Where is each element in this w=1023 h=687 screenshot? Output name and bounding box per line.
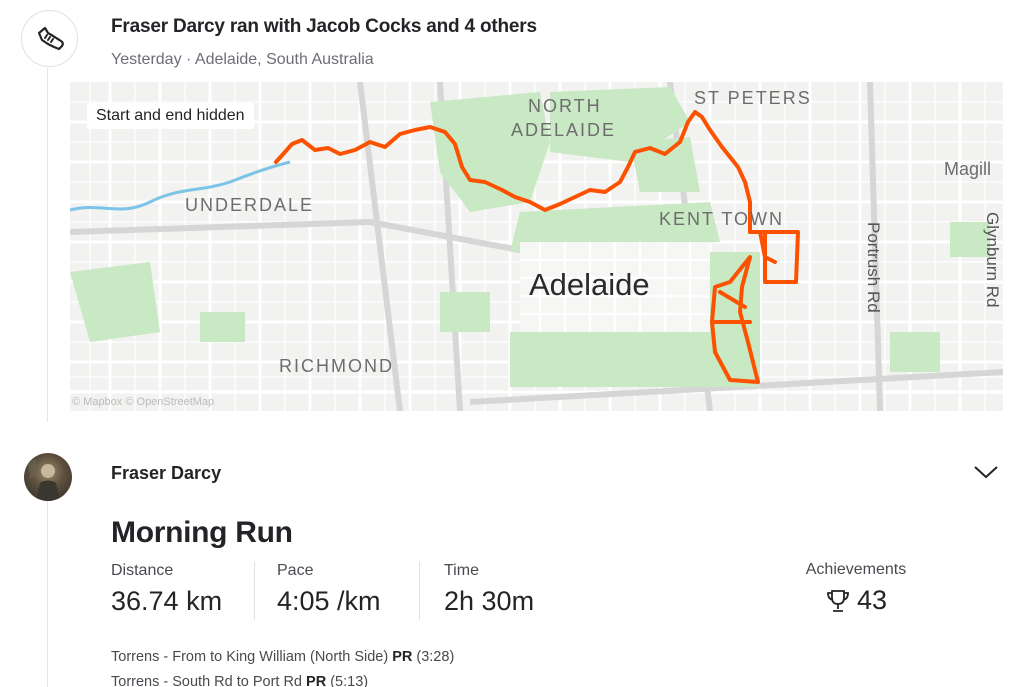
- stat-value: 4:05 /km: [277, 586, 381, 616]
- stat-value: 36.74 km: [111, 586, 223, 616]
- timeline-line: [47, 500, 48, 687]
- segment-row[interactable]: Torrens - South Rd to Port Rd PR (5:13): [111, 674, 368, 687]
- map-road-glynburn: Glynburn Rd: [983, 212, 1002, 308]
- pr-badge: PR: [306, 674, 327, 687]
- map-label-adelaide: ADELAIDE: [511, 120, 617, 140]
- segment-time: (5:13): [330, 674, 369, 687]
- stat-pace: Pace 4:05 /km: [277, 562, 381, 617]
- map-road-portrush: Portrush Rd: [864, 222, 883, 313]
- activity-date-location: Yesterday · Adelaide, South Australia: [111, 51, 374, 68]
- chevron-down-icon[interactable]: [973, 464, 999, 480]
- map-label-underdale: UNDERDALE: [185, 195, 315, 215]
- map-label-kent-town: KENT TOWN: [659, 209, 785, 229]
- athlete-name[interactable]: Fraser Darcy: [111, 463, 221, 484]
- stat-divider: [254, 562, 255, 620]
- stat-divider: [419, 562, 420, 620]
- map-label-st-peters: ST PETERS: [694, 88, 812, 108]
- achievements-count: 43: [856, 585, 888, 615]
- stat-distance: Distance 36.74 km: [111, 562, 222, 617]
- route-map[interactable]: Start and end hidden NORTH ADELAIDE ST P…: [70, 82, 1003, 411]
- group-activity-avatar[interactable]: [21, 10, 78, 67]
- map-label-north: NORTH: [528, 96, 602, 116]
- activity-title[interactable]: Morning Run: [111, 516, 293, 550]
- stat-label: Time: [444, 562, 479, 579]
- stat-label: Pace: [277, 562, 314, 579]
- group-activity-title[interactable]: Fraser Darcy ran with Jacob Cocks and 4 …: [111, 16, 537, 38]
- achievements-label: Achievements: [805, 561, 907, 578]
- athlete-avatar[interactable]: [24, 453, 72, 501]
- map-label-richmond: RICHMOND: [279, 356, 394, 376]
- segment-name: Torrens - From to King William (North Si…: [111, 649, 389, 665]
- achievements-value-row: 43: [800, 585, 912, 616]
- privacy-hidden-badge: Start and end hidden: [87, 103, 254, 129]
- stat-value: 2h 30m: [444, 586, 535, 616]
- trophy-icon: [827, 589, 849, 612]
- athlete-photo: [28, 459, 60, 501]
- segment-time: (3:28): [416, 649, 455, 665]
- map-label-magill: Magill: [944, 159, 992, 179]
- timeline-line: [47, 68, 48, 422]
- achievements[interactable]: Achievements 43: [800, 561, 912, 616]
- pr-badge: PR: [392, 649, 413, 665]
- running-shoe-icon: [37, 26, 64, 50]
- map-label-city: Adelaide: [529, 267, 650, 302]
- segment-name: Torrens - South Rd to Port Rd: [111, 674, 302, 687]
- map-attribution: © Mapbox © OpenStreetMap: [72, 396, 215, 408]
- stat-label: Distance: [111, 562, 174, 579]
- segment-row[interactable]: Torrens - From to King William (North Si…: [111, 649, 454, 665]
- stat-time: Time 2h 30m: [444, 562, 534, 617]
